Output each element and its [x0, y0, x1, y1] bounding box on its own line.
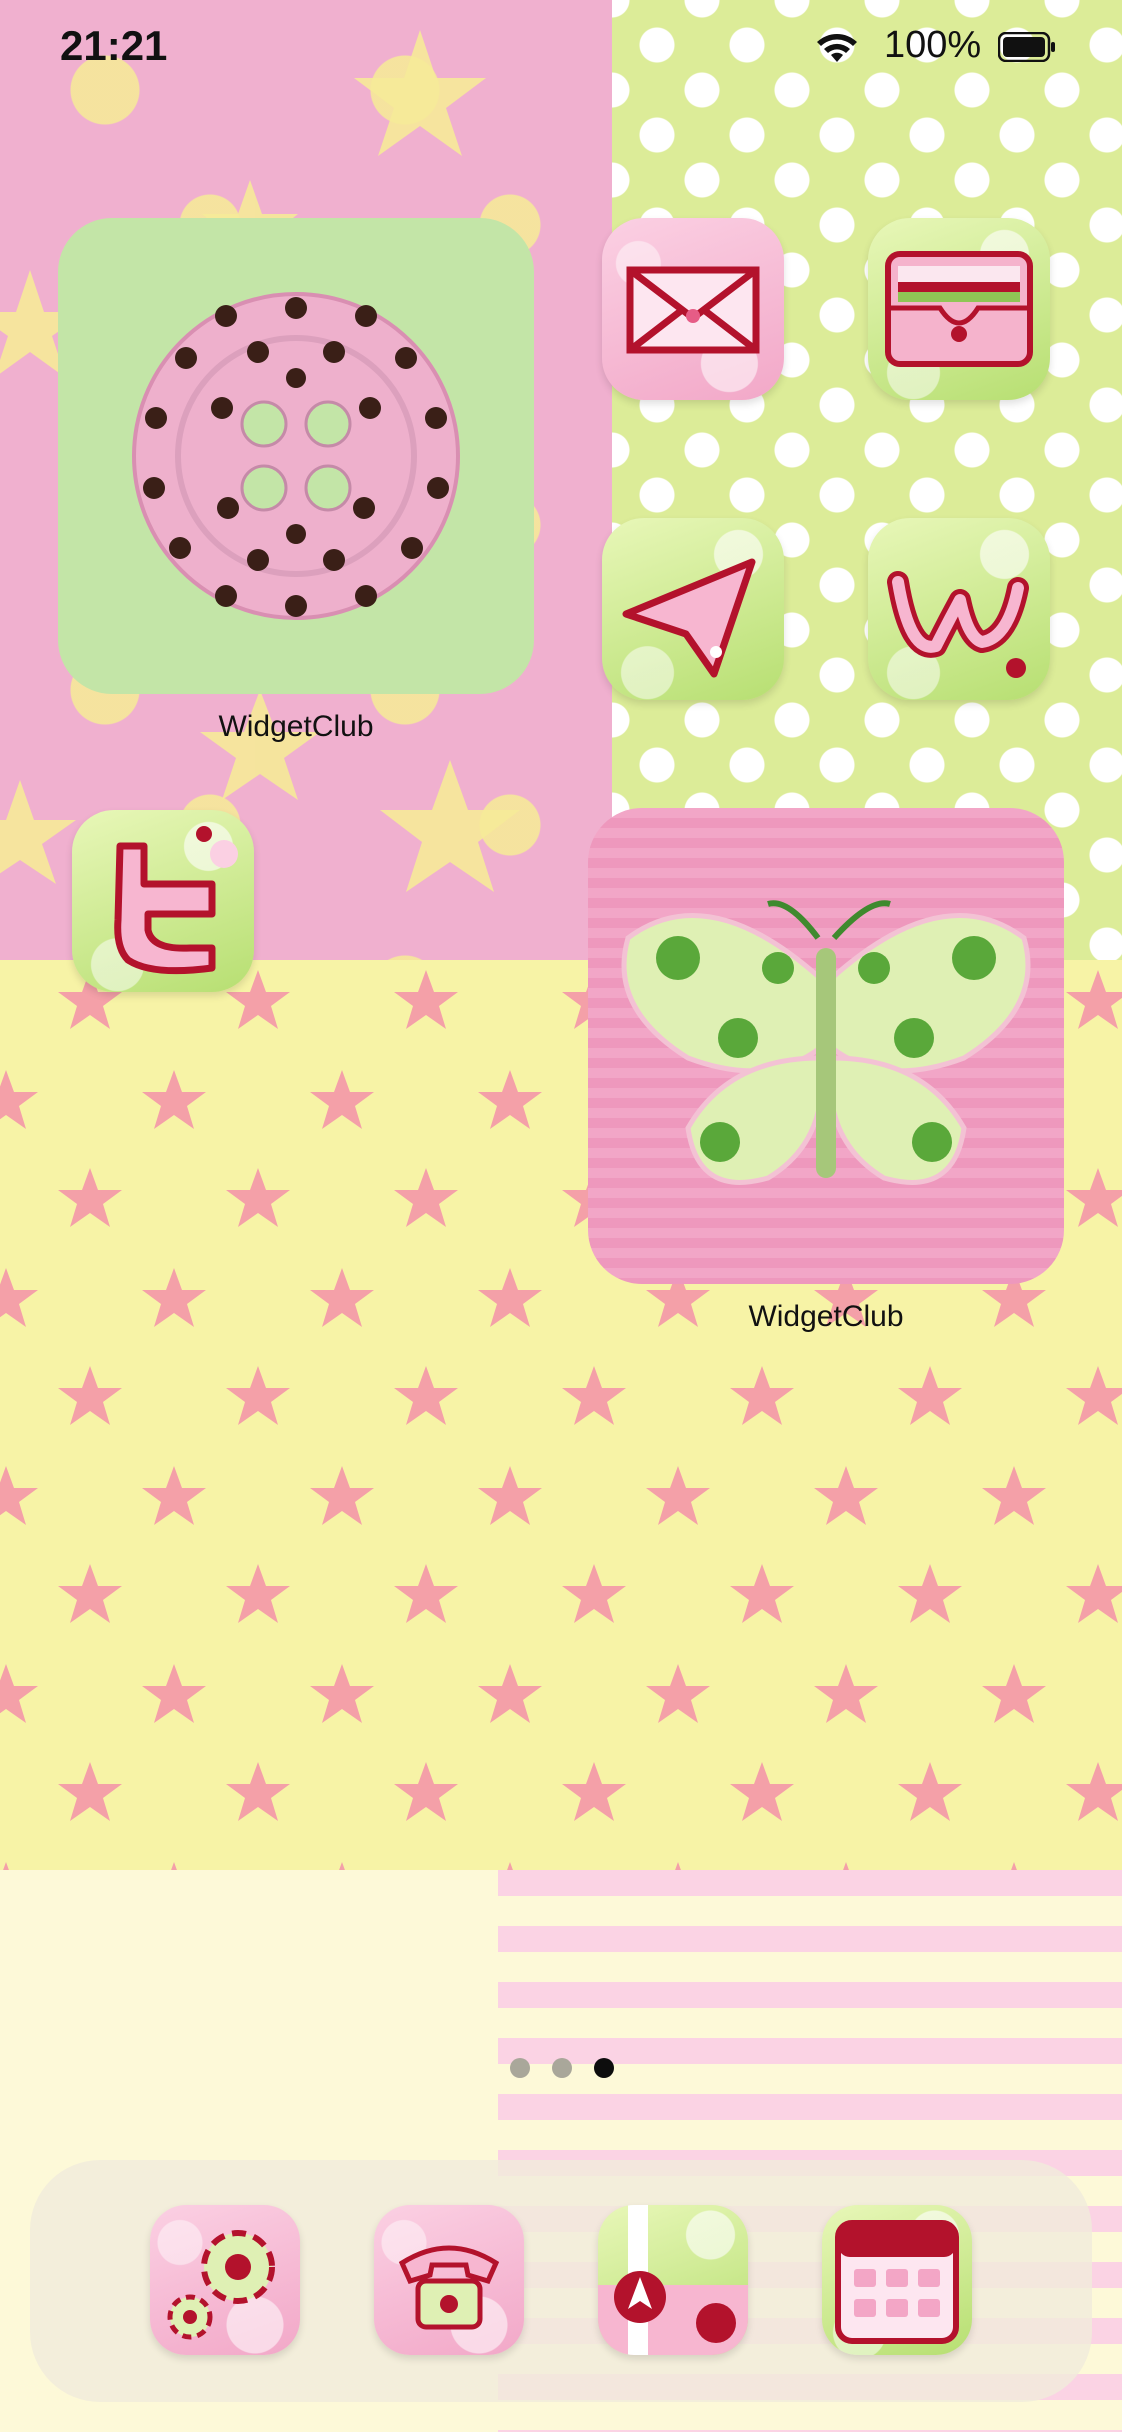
mail-app-icon[interactable] [602, 218, 784, 400]
page-dot-current[interactable] [594, 2058, 614, 2078]
phone-app-icon[interactable] [374, 2205, 524, 2355]
battery-percentage: 100% [884, 24, 982, 66]
twitter-t-icon [114, 826, 238, 975]
settings-app-icon[interactable] [150, 2205, 300, 2355]
wifi-icon [814, 30, 860, 64]
widget-label: WidgetClub [748, 1300, 904, 1333]
w-letter-icon [887, 571, 1029, 678]
polka-dot-button-image [132, 292, 460, 620]
phone-icon [398, 2245, 500, 2330]
maps-app-icon[interactable] [598, 2205, 748, 2355]
twitter-app-icon[interactable] [72, 810, 254, 992]
battery-icon [997, 31, 1056, 63]
page-dot[interactable] [552, 2058, 572, 2078]
status-time: 21:21 [60, 22, 168, 69]
wallet-app-icon[interactable] [868, 218, 1050, 400]
widget-label: WidgetClub [218, 710, 374, 743]
page-dot[interactable] [510, 2058, 530, 2078]
button-photo-widget[interactable] [58, 218, 534, 694]
maps-icon [598, 2205, 748, 2355]
calendar-icon [835, 2220, 959, 2344]
widgetclub-app-icon[interactable] [868, 518, 1050, 700]
mail-icon [626, 266, 760, 354]
wallet-icon [885, 251, 1033, 367]
send-icon [622, 558, 756, 678]
calendar-app-icon[interactable] [822, 2205, 972, 2355]
settings-gear-icon [167, 2230, 275, 2340]
butterfly-photo-widget[interactable] [588, 808, 1064, 1284]
butterfly-image [621, 900, 1031, 1185]
send-app-icon[interactable] [602, 518, 784, 700]
